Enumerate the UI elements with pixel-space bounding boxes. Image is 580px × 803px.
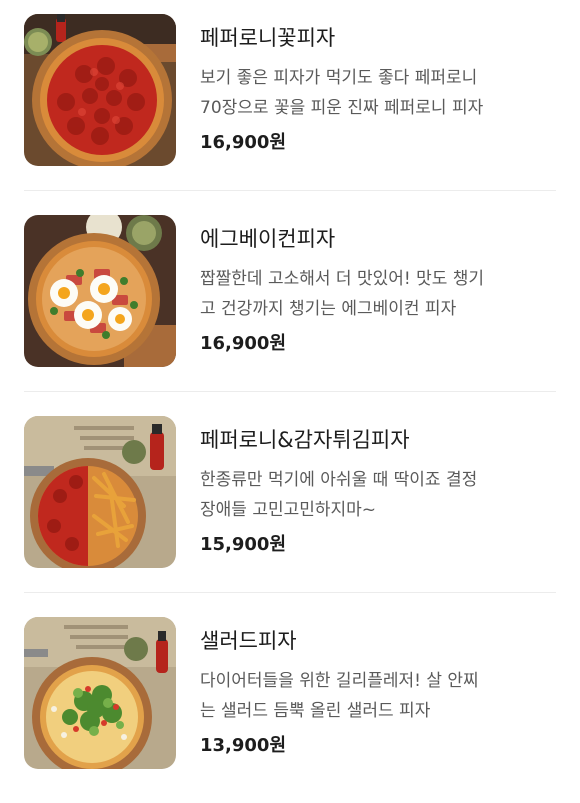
- pepperoni-pizza-photo: [24, 14, 176, 166]
- menu-item-price: 16,900원: [200, 132, 287, 153]
- menu-item-pepperoni-fries[interactable]: 페퍼로니&감자튀김피자 한종류만 먹기에 아쉬울 때 딱이죠 결정 장애들 고민…: [0, 402, 580, 602]
- menu-item-name: 에그베이컨피자: [200, 227, 336, 251]
- description-line: 짭짤한데 고소해서 더 맛있어! 맛도 챙기: [200, 269, 485, 289]
- menu-item-description: 한종류만 먹기에 아쉬울 때 딱이죠 결정 장애들 고민고민하지마~: [200, 465, 555, 525]
- menu-item-price: 15,900원: [200, 534, 287, 555]
- menu-item-description: 보기 좋은 피자가 먹기도 좋다 페퍼로니 70장으로 꽃을 피운 진짜 페퍼로…: [200, 63, 555, 123]
- menu-item-price: 16,900원: [200, 333, 287, 354]
- divider: [24, 592, 556, 593]
- menu-item-description: 짭짤한데 고소해서 더 맛있어! 맛도 챙기 고 건강까지 챙기는 에그베이컨 …: [200, 264, 555, 324]
- pepperoni-fries-pizza-photo: [24, 416, 176, 568]
- description-line: 보기 좋은 피자가 먹기도 좋다 페퍼로니: [200, 68, 478, 88]
- description-line: 장애들 고민고민하지마~: [200, 500, 377, 520]
- description-line: 고 건강까지 챙기는 에그베이컨 피자: [200, 299, 457, 319]
- menu-item-salad[interactable]: 샐러드피자 다이어터들을 위한 길리플레저! 살 안찌 는 샐러드 듬뿍 올린 …: [0, 603, 580, 803]
- menu-item-price: 13,900원: [200, 735, 287, 756]
- menu-item-egg-bacon[interactable]: 에그베이컨피자 짭짤한데 고소해서 더 맛있어! 맛도 챙기 고 건강까지 챙기…: [0, 201, 580, 401]
- divider: [24, 391, 556, 392]
- menu-item-name: 샐러드피자: [200, 629, 297, 653]
- description-line: 다이어터들을 위한 길리플레저! 살 안찌: [200, 671, 479, 691]
- egg-bacon-pizza-photo: [24, 215, 176, 367]
- description-line: 한종류만 먹기에 아쉬울 때 딱이죠 결정: [200, 470, 478, 490]
- description-line: 70장으로 꽃을 피운 진짜 페퍼로니 피자: [200, 98, 484, 118]
- menu-item-pepperoni-flower[interactable]: 페퍼로니꽃피자 보기 좋은 피자가 먹기도 좋다 페퍼로니 70장으로 꽃을 피…: [0, 0, 580, 200]
- description-line: 는 샐러드 듬뿍 올린 샐러드 피자: [200, 701, 431, 721]
- menu-item-name: 페퍼로니&감자튀김피자: [200, 428, 410, 452]
- menu-item-name: 페퍼로니꽃피자: [200, 26, 336, 50]
- divider: [24, 190, 556, 191]
- salad-pizza-photo: [24, 617, 176, 769]
- menu-item-description: 다이어터들을 위한 길리플레저! 살 안찌 는 샐러드 듬뿍 올린 샐러드 피자: [200, 666, 555, 726]
